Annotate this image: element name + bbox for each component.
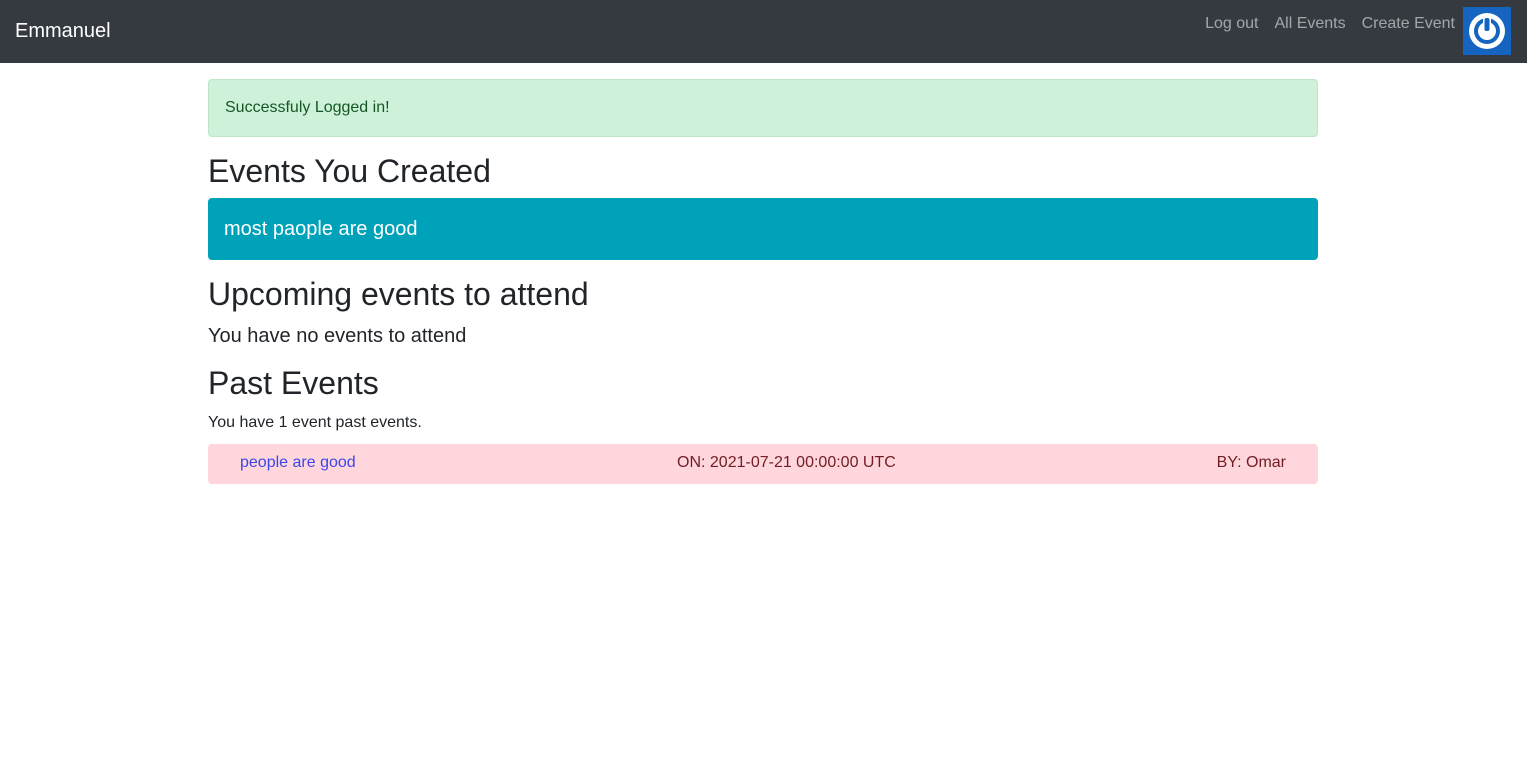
past-event-row: people are good ON: 2021-07-21 00:00:00 … bbox=[208, 444, 1318, 484]
created-event-card[interactable]: most paople are good bbox=[208, 198, 1318, 260]
power-icon bbox=[1469, 13, 1505, 49]
past-events-heading: Past Events bbox=[208, 365, 379, 401]
all-events-link[interactable]: All Events bbox=[1274, 12, 1345, 36]
events-created-heading: Events You Created bbox=[208, 153, 491, 189]
nav-links: Log out All Events Create Event bbox=[1205, 7, 1511, 55]
past-event-date: ON: 2021-07-21 00:00:00 UTC bbox=[677, 454, 896, 471]
create-event-link[interactable]: Create Event bbox=[1362, 12, 1455, 36]
avatar[interactable] bbox=[1463, 7, 1511, 55]
top-navbar: Emmanuel Log out All Events Create Event bbox=[0, 0, 1527, 63]
no-upcoming-events-message: You have no events to attend bbox=[208, 325, 467, 347]
login-success-alert: Successfuly Logged in! bbox=[208, 79, 1318, 137]
alert-message: Successfuly Logged in! bbox=[225, 99, 390, 116]
past-event-author: BY: Omar bbox=[1216, 454, 1286, 471]
main-content: Successfuly Logged in! Events You Create… bbox=[208, 79, 1318, 484]
upcoming-events-heading: Upcoming events to attend bbox=[208, 276, 589, 312]
logout-link[interactable]: Log out bbox=[1205, 12, 1258, 36]
past-events-summary: You have 1 event past events. bbox=[208, 414, 422, 431]
created-event-title: most paople are good bbox=[224, 218, 418, 240]
past-event-title-link[interactable]: people are good bbox=[240, 451, 356, 475]
brand-link[interactable]: Emmanuel bbox=[15, 19, 111, 43]
